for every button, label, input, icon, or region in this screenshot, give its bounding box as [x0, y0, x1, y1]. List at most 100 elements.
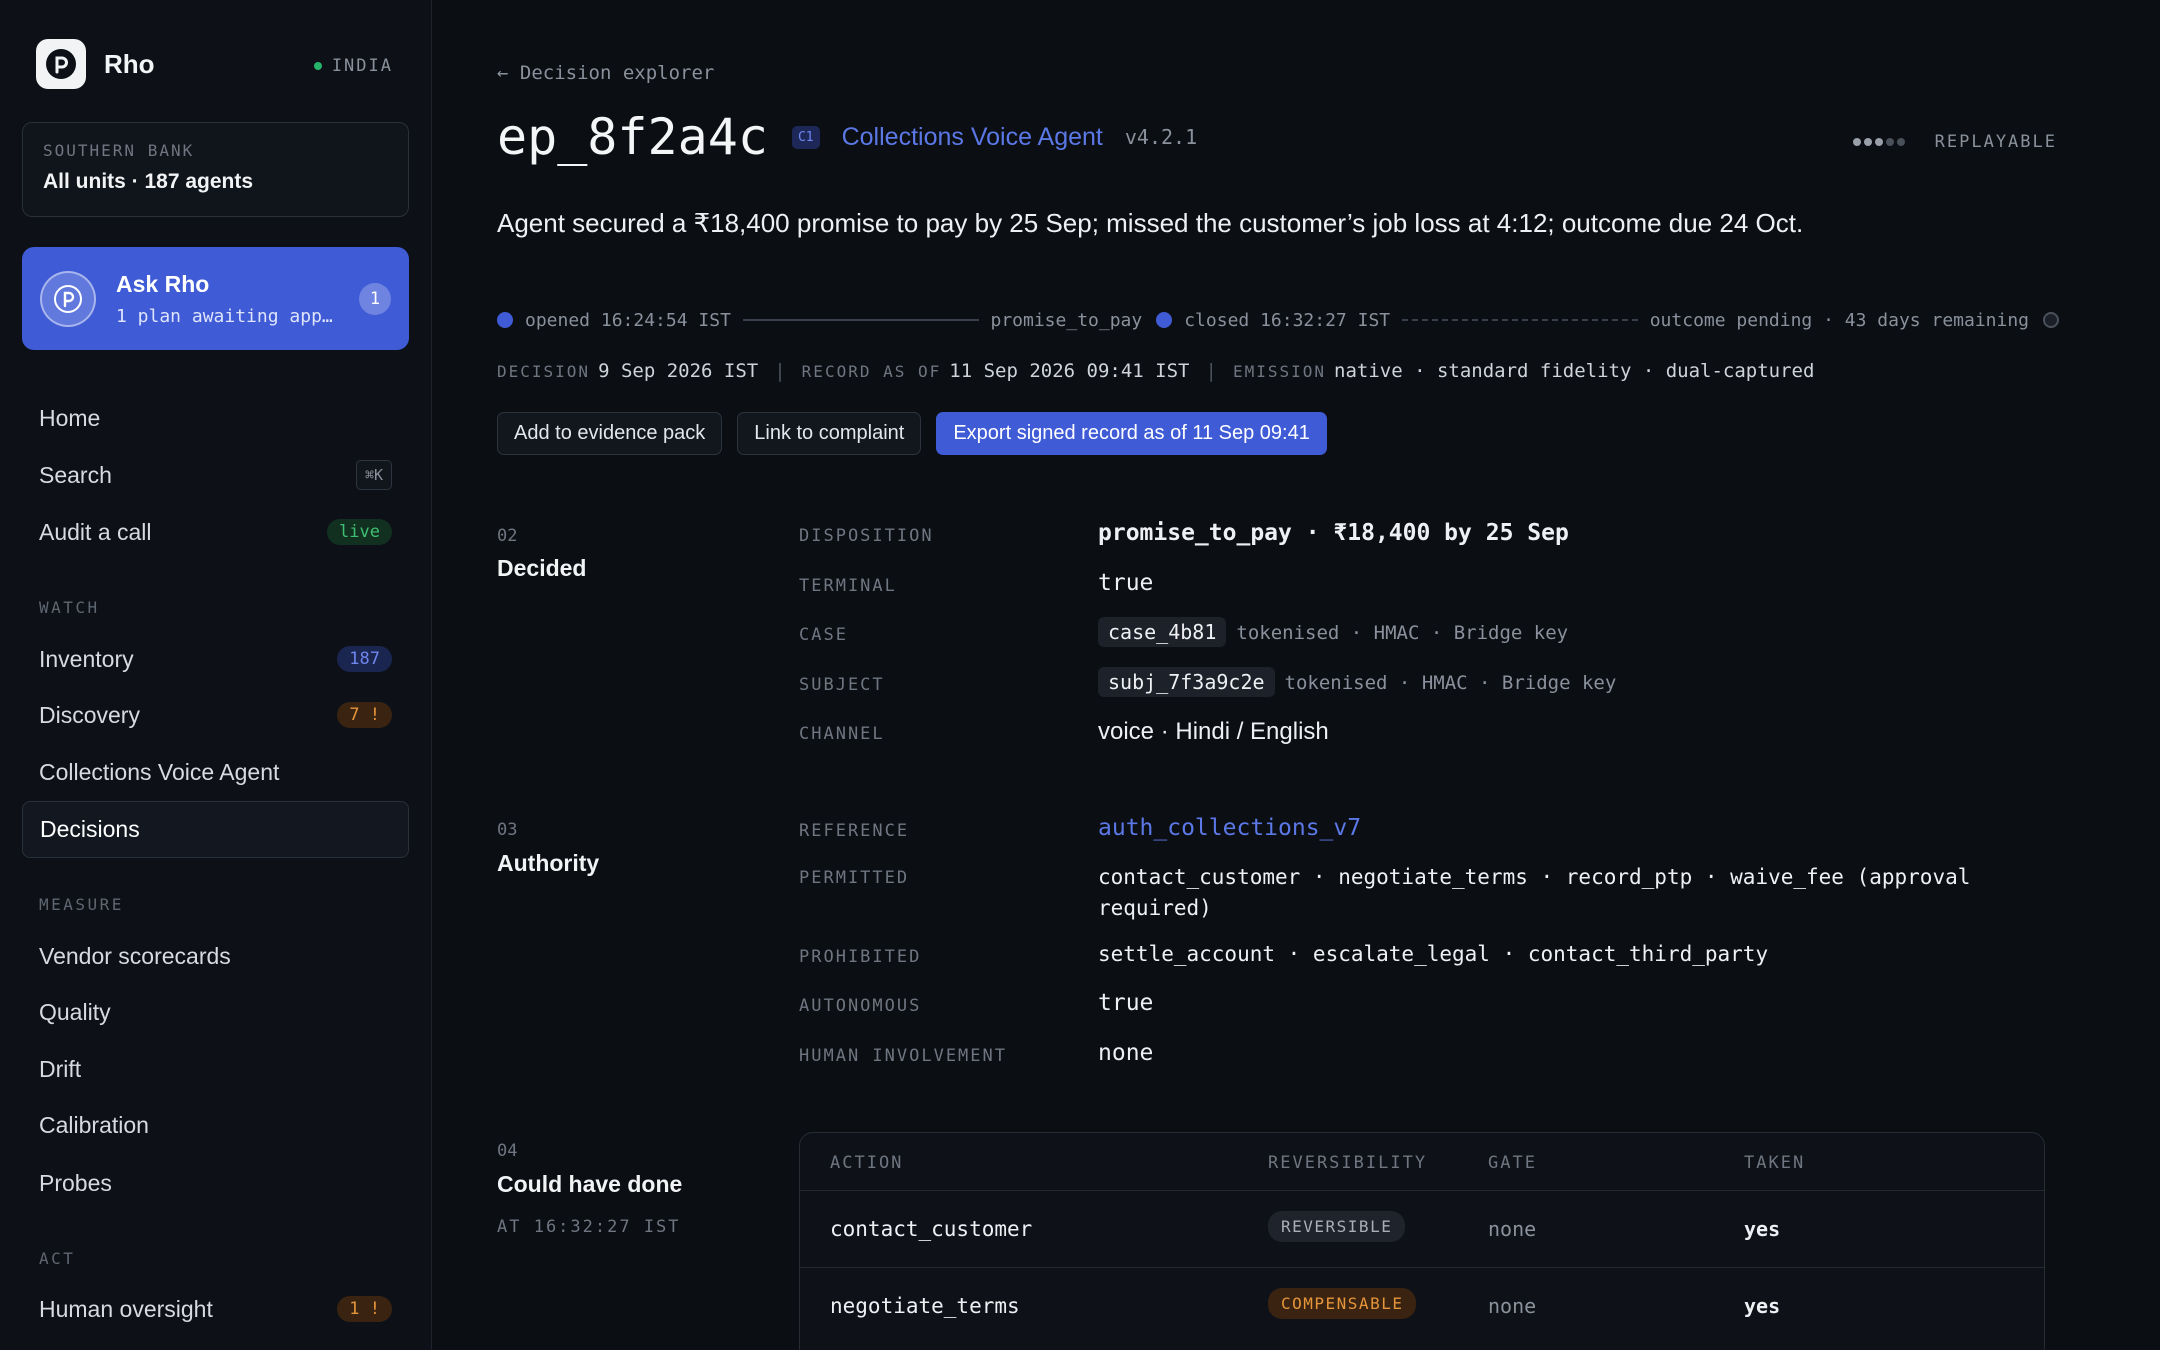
nav-home[interactable]: Home — [22, 391, 409, 445]
alternatives-table: ACTION REVERSIBILITY GATE TAKEN contact_… — [799, 1132, 2045, 1350]
export-signed-record-button[interactable]: Export signed record as of 11 Sep 09:41 — [936, 412, 1327, 455]
rho-logo-icon — [36, 39, 86, 89]
timeline-event: promise_to_pay — [990, 309, 1143, 331]
row-taken: yes — [1744, 1294, 1781, 1318]
nav-drift[interactable]: Drift — [22, 1042, 409, 1096]
field-case-value: case_4b81 tokenised · HMAC · Bridge key — [1098, 617, 1569, 647]
field-human-key: HUMAN INVOLVEMENT — [799, 1046, 1007, 1066]
nav-human-oversight-label: Human oversight — [39, 1295, 213, 1322]
link-to-complaint-button[interactable]: Link to complaint — [737, 412, 922, 455]
region-indicator[interactable]: INDIA — [313, 56, 393, 76]
nav-calibration[interactable]: Calibration — [22, 1098, 409, 1152]
ask-rho-title: Ask Rho — [116, 270, 210, 297]
col-gate: GATE — [1488, 1153, 1537, 1173]
section-watch: WATCH — [39, 598, 100, 617]
timeline-pending: outcome pending · 43 days remaining — [1649, 309, 2030, 331]
subject-token[interactable]: subj_7f3a9c2e — [1098, 667, 1275, 697]
field-subject-value: subj_7f3a9c2e tokenised · HMAC · Bridge k… — [1098, 667, 1617, 697]
search-shortcut: ⌘K — [355, 460, 392, 490]
field-subject-key: SUBJECT — [799, 675, 885, 695]
nav-audit-call-label: Audit a call — [39, 518, 152, 545]
case-token[interactable]: case_4b81 — [1098, 617, 1227, 647]
section-decided-title: Decided — [497, 555, 587, 581]
nav-discovery-label: Discovery — [39, 701, 140, 728]
nav-vendor-label: Vendor scorecards — [39, 942, 231, 969]
nav-collections-voice-agent[interactable]: Collections Voice Agent — [22, 745, 409, 799]
field-autonomous-value: true — [1098, 990, 1154, 1016]
replayable-label: REPLAYABLE — [1934, 132, 2057, 152]
field-disposition-value: promise_to_pay · ₹18,400 by 25 Sep — [1098, 520, 1569, 546]
nav-inventory-label: Inventory — [39, 645, 134, 672]
meta-emission-value: native · standard fidelity · dual-captur… — [1334, 360, 1815, 382]
table-row[interactable]: negotiate_terms COMPENSABLE none yes — [800, 1267, 2044, 1344]
field-prohibited-value: settle_account · escalate_legal · contac… — [1098, 942, 1769, 966]
timeline-pending-segment — [1402, 319, 1638, 321]
row-taken: yes — [1744, 1217, 1781, 1241]
field-terminal-value: true — [1098, 570, 1154, 596]
nav-probes[interactable]: Probes — [22, 1156, 409, 1210]
meta-decision-key: DECISION — [497, 362, 591, 381]
org-value: All units · 187 agents — [43, 170, 254, 193]
page-title: ep_8f2a4c — [497, 108, 768, 166]
field-case-key: CASE — [799, 625, 848, 645]
field-human-value: none — [1098, 1040, 1154, 1066]
nav-vendor-scorecards[interactable]: Vendor scorecards — [22, 929, 409, 983]
case-token-note: tokenised · HMAC · Bridge key — [1236, 622, 1569, 644]
org-label: SOUTHERN BANK — [43, 141, 195, 160]
timeline-close-dot-icon — [1156, 312, 1173, 328]
breadcrumb-back-link[interactable]: ← Decision explorer — [497, 62, 714, 84]
nav-home-label: Home — [39, 404, 101, 431]
live-badge: live — [327, 519, 392, 545]
nav-decisions[interactable]: Decisions — [22, 801, 409, 858]
main-content: ← Decision explorer ep_8f2a4c C1 Collect… — [433, 0, 2160, 1350]
col-reversibility: REVERSIBILITY — [1268, 1153, 1428, 1173]
ask-rho-avatar-icon — [40, 270, 96, 327]
nav-search[interactable]: Search ⌘K — [22, 448, 409, 502]
nav-search-label: Search — [39, 461, 112, 488]
region-label: INDIA — [331, 56, 393, 76]
meta-separator: | — [774, 360, 786, 382]
field-prohibited-key: PROHIBITED — [799, 947, 922, 967]
nav-inventory[interactable]: Inventory 187 — [22, 632, 409, 686]
discovery-alert-badge: 7 ! — [337, 702, 392, 728]
timeline-segment — [742, 319, 979, 321]
nav-quality[interactable]: Quality — [22, 985, 409, 1039]
section-measure: MEASURE — [39, 895, 124, 914]
section-could-title: Could have done — [497, 1171, 683, 1197]
reversibility-tag: REVERSIBLE — [1268, 1211, 1406, 1242]
add-to-evidence-pack-button[interactable]: Add to evidence pack — [497, 412, 723, 455]
row-gate: none — [1488, 1294, 1537, 1318]
field-autonomous-key: AUTONOMOUS — [799, 996, 922, 1016]
nav-drift-label: Drift — [39, 1055, 82, 1082]
row-gate: none — [1488, 1217, 1537, 1241]
authority-reference-link[interactable]: auth_collections_v7 — [1098, 815, 1361, 841]
oversight-alert-badge: 1 ! — [337, 1296, 392, 1322]
subject-token-note: tokenised · HMAC · Bridge key — [1284, 672, 1617, 694]
nav-human-oversight[interactable]: Human oversight 1 ! — [22, 1282, 409, 1336]
brand[interactable]: Rho — [36, 39, 155, 89]
meta-separator: | — [1205, 360, 1217, 382]
action-bar: Add to evidence pack Link to complaint E… — [497, 412, 1342, 455]
nav-quality-label: Quality — [39, 998, 111, 1025]
replay-status[interactable]: REPLAYABLE — [1850, 132, 2057, 152]
field-permitted-key: PERMITTED — [799, 868, 910, 888]
ask-rho-badge: 1 — [359, 282, 391, 315]
reversibility-tag: COMPENSABLE — [1268, 1288, 1417, 1319]
section-authority-number: 03 — [497, 820, 518, 840]
field-terminal-key: TERMINAL — [799, 576, 897, 596]
ask-rho-card[interactable]: Ask Rho 1 plan awaiting approval 1 — [22, 247, 409, 350]
agent-link[interactable]: Collections Voice Agent — [842, 123, 1103, 152]
timeline-open-dot-icon — [497, 312, 513, 328]
class-badge: C1 — [791, 125, 820, 149]
nav-audit-call[interactable]: Audit a call live — [22, 505, 409, 559]
region-status-dot — [313, 62, 322, 70]
org-switcher[interactable]: SOUTHERN BANK All units · 187 agents — [22, 122, 409, 217]
timeline-outcome-dot-icon — [2043, 312, 2060, 328]
section-could-number: 04 — [497, 1141, 518, 1161]
meta-record-value: 11 Sep 2026 09:41 IST — [949, 360, 1190, 382]
decision-summary: Agent secured a ₹18,400 promise to pay b… — [497, 208, 1804, 238]
table-row[interactable]: contact_customer REVERSIBLE none yes — [800, 1190, 2044, 1267]
title-row: ep_8f2a4c C1 Collections Voice Agent v4.… — [497, 108, 2057, 166]
record-meta: DECISION 9 Sep 2026 IST | RECORD AS OF 11 Se… — [497, 360, 1814, 382]
nav-discovery[interactable]: Discovery 7 ! — [22, 688, 409, 742]
